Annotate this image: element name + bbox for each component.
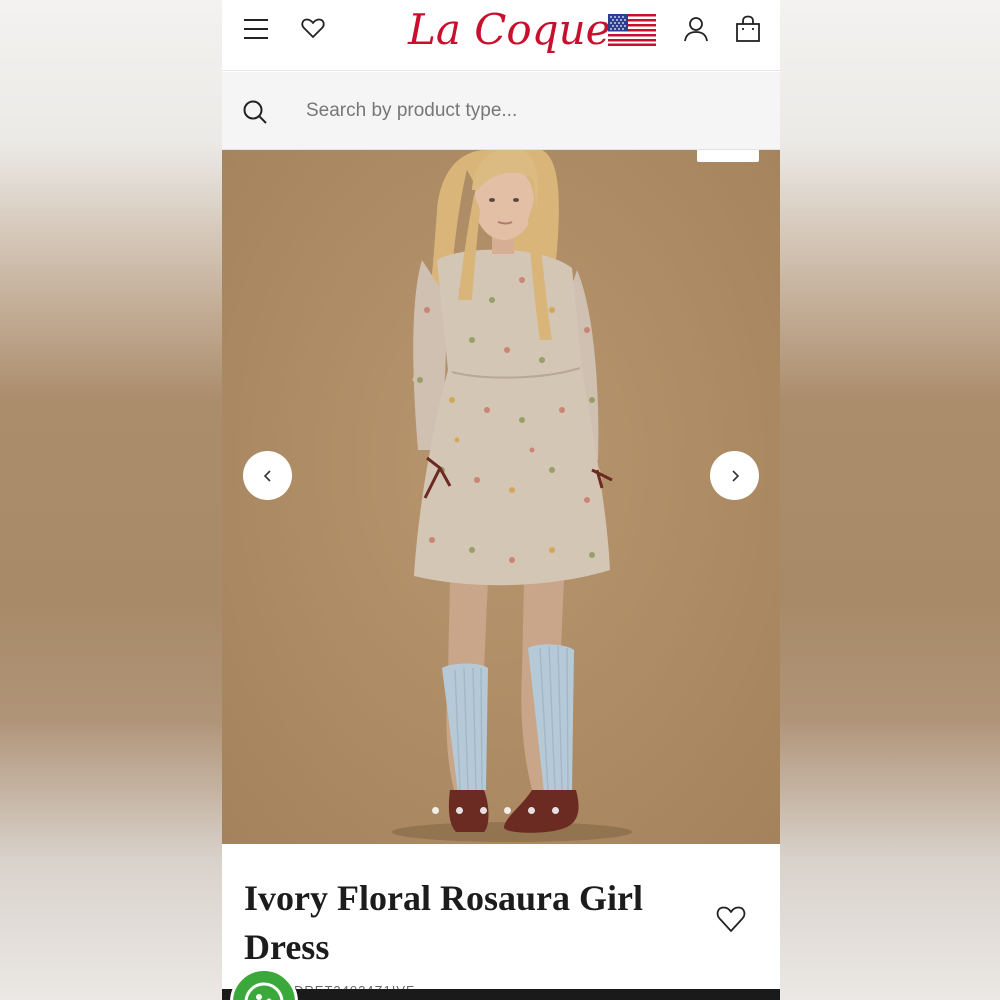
image-badge (697, 150, 759, 162)
account-button[interactable] (682, 14, 710, 44)
product-title: Ivory Floral Rosaura Girl Dress (244, 878, 643, 967)
gallery-dot[interactable] (552, 807, 559, 814)
product-image-gallery[interactable] (222, 150, 780, 844)
search-bar (222, 72, 780, 150)
gallery-next-button[interactable] (710, 451, 759, 500)
product-info: Ivory Floral Rosaura Girl Dress DRET2402… (222, 844, 780, 1000)
site-header: La Coqueta (222, 0, 780, 71)
hamburger-menu-icon (244, 19, 268, 39)
gallery-pagination (432, 807, 559, 814)
cookie-icon (244, 982, 284, 1000)
us-flag-icon[interactable] (608, 14, 656, 46)
wishlist-button[interactable] (300, 15, 326, 41)
menu-button[interactable] (242, 15, 270, 43)
user-icon (684, 17, 708, 42)
chevron-left-icon (263, 469, 271, 482)
gallery-prev-button[interactable] (243, 451, 292, 500)
shopping-bag-icon (736, 15, 760, 42)
gallery-dot[interactable] (528, 807, 535, 814)
bottom-bar (222, 989, 780, 1000)
heart-icon (301, 18, 325, 38)
chevron-right-icon (731, 469, 739, 482)
heart-icon (716, 906, 746, 932)
search-icon[interactable] (242, 99, 268, 125)
product-photo (392, 150, 632, 842)
gallery-dot[interactable] (456, 807, 463, 814)
cart-button[interactable] (734, 14, 762, 44)
search-input[interactable] (306, 96, 746, 126)
gallery-dot[interactable] (504, 807, 511, 814)
add-to-wishlist-button[interactable] (715, 904, 747, 934)
mobile-page: La Coqueta Search by product type... Ivo… (222, 0, 780, 1000)
cookie-settings-button[interactable] (230, 968, 298, 1000)
gallery-dot[interactable] (480, 807, 487, 814)
gallery-dot[interactable] (432, 807, 439, 814)
